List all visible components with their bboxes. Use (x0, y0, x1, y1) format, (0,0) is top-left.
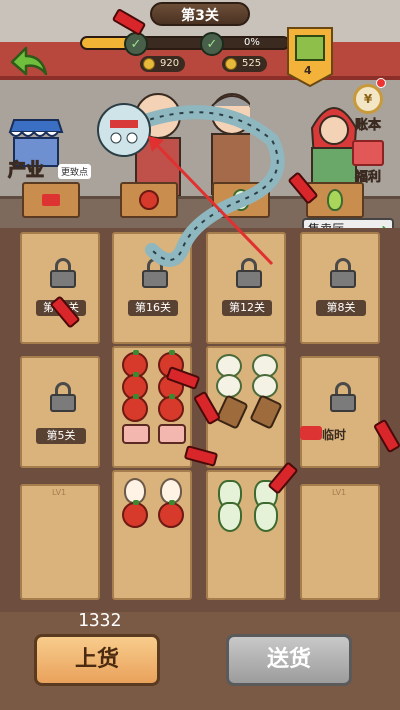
shelf-slot-cauli-wood[interactable] (206, 346, 286, 468)
lock-icon (330, 382, 356, 412)
unlock-level-label: 第5关 (36, 428, 86, 444)
pointer-arrow (148, 136, 274, 266)
shelf-slot-locked-4[interactable]: 第8关 (300, 232, 380, 344)
account-book-button[interactable]: ¥ 账本 (348, 78, 388, 134)
shelf-slot-empty-2[interactable]: LV1 (300, 484, 380, 600)
industry-note: 更致点 (58, 164, 92, 179)
slot-level-label: LV1 (52, 488, 67, 497)
stage-label: 第3关 (150, 2, 250, 26)
tomato-item[interactable] (158, 394, 184, 422)
cauliflower-item[interactable] (252, 374, 278, 398)
cabbage-item[interactable] (254, 502, 278, 532)
unlock-level-label: 第12关 (222, 300, 272, 316)
shelf-slot-temp[interactable]: 临时 (300, 356, 380, 468)
video-icon (300, 426, 322, 440)
ingot-value: 525 (242, 58, 262, 69)
coin-value: 920 (160, 58, 180, 69)
tomato-item[interactable] (158, 500, 184, 528)
meat-item[interactable] (158, 424, 186, 444)
shelf-slot-tomato-meat[interactable] (112, 346, 192, 468)
gift-count: 4 (304, 64, 312, 77)
shelf-slot-egg-tomato[interactable] (112, 470, 192, 600)
basket-video[interactable] (22, 182, 80, 218)
notification-dot (376, 78, 386, 88)
cabbage-item[interactable] (218, 502, 242, 532)
basket-pear[interactable] (306, 182, 364, 218)
tomato-item[interactable] (122, 500, 148, 528)
account-book-label: 账本 (354, 118, 382, 134)
unlock-level-label: 第16关 (128, 300, 178, 316)
stock-count: 1332 (78, 610, 122, 631)
lock-icon (330, 258, 356, 288)
tomato-item[interactable] (122, 394, 148, 422)
welfare-button[interactable]: 福利 (346, 140, 390, 185)
milestone-check-icon-1: ✓ (124, 32, 148, 56)
gift-box-button[interactable]: 4 (284, 24, 336, 90)
progress-percent: 0% (244, 37, 260, 48)
meat-item[interactable] (122, 424, 150, 444)
account-book-icon: ¥ (353, 84, 383, 114)
temp-label: 临时 (322, 428, 347, 442)
coin-icon (143, 58, 155, 70)
video-icon (42, 194, 60, 206)
lock-icon (50, 258, 76, 288)
back-arrow-icon (10, 46, 48, 76)
shelf-slot-empty-1[interactable]: LV1 (20, 484, 100, 600)
wood-item[interactable] (249, 394, 283, 430)
coin-counter: 920 (140, 56, 186, 72)
milestone-check-icon-2: ✓ (200, 32, 224, 56)
slot-level-label: LV1 (332, 488, 347, 497)
ingot-icon (225, 58, 237, 70)
load-goods-button[interactable]: 上货 (34, 634, 160, 686)
shelf-slot-locked-1[interactable]: 第20关 (20, 232, 100, 344)
back-button[interactable] (8, 44, 50, 80)
gift-icon (352, 140, 384, 166)
pear-icon (327, 189, 343, 211)
gift-box-icon (287, 27, 333, 88)
unlock-level-label: 第8关 (316, 300, 366, 316)
shelf-slot-locked-5[interactable]: 第5关 (20, 356, 100, 468)
industry-label: 产业 (8, 160, 45, 182)
ingot-counter: 525 (222, 56, 268, 72)
wood-item[interactable] (215, 394, 249, 430)
lock-icon (50, 382, 76, 412)
deliver-goods-button[interactable]: 送货 (226, 634, 352, 686)
